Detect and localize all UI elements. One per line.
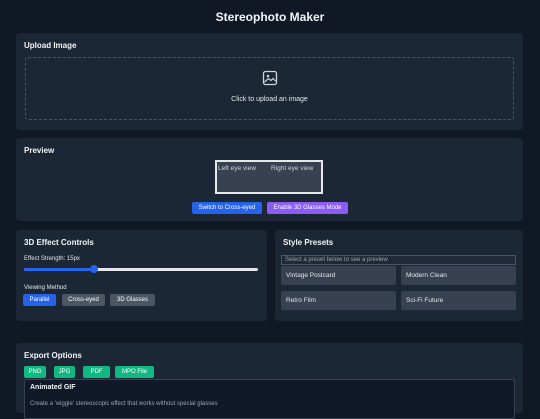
method-3dglasses-button[interactable]: 3D Glasses xyxy=(110,294,155,306)
right-eye-image: Right eye view xyxy=(271,165,314,172)
effect-controls-section: 3D Effect Controls Effect Strength: 15px… xyxy=(16,230,267,321)
gif-title: Animated GIF xyxy=(30,384,76,391)
export-title: Export Options xyxy=(24,351,82,360)
preset-select[interactable]: Select a preset below to see a preview xyxy=(281,255,516,265)
upload-dropzone[interactable]: Click to upload an image xyxy=(25,57,514,120)
export-section: Export Options PNG JPG PDF MPO File Anim… xyxy=(16,343,523,419)
export-png-button[interactable]: PNG xyxy=(24,366,46,378)
export-jpg-button[interactable]: JPG xyxy=(54,366,75,378)
stereo-preview: Left eye view Right eye view xyxy=(215,160,323,194)
upload-prompt: Click to upload an image xyxy=(231,96,308,103)
left-eye-image: Left eye view xyxy=(218,165,256,172)
preset-retro-film[interactable]: Retro Film xyxy=(281,291,396,310)
preset-scifi-future[interactable]: Sci-Fi Future xyxy=(401,291,516,310)
strength-slider-thumb[interactable] xyxy=(90,265,99,273)
method-parallel-button[interactable]: Parallel xyxy=(23,294,56,306)
gif-description: Create a 'wiggle' stereoscopic effect th… xyxy=(30,401,218,407)
preview-section: Preview Left eye view Right eye view Swi… xyxy=(16,138,523,221)
glasses-mode-button[interactable]: Enable 3D Glasses Mode xyxy=(267,202,348,214)
preview-title: Preview xyxy=(24,146,55,155)
style-presets-section: Style Presets Select a preset below to s… xyxy=(275,230,523,321)
preset-modern-clean[interactable]: Modern Clean xyxy=(401,266,516,285)
export-mpo-button[interactable]: MPO File xyxy=(115,366,154,378)
animated-gif-panel: Animated GIF Create a 'wiggle' stereosco… xyxy=(24,379,515,419)
method-label: Viewing Method xyxy=(24,285,67,291)
method-crosseyed-button[interactable]: Cross-eyed xyxy=(62,294,105,306)
upload-section: Upload Image Click to upload an image xyxy=(16,33,523,130)
image-icon xyxy=(262,70,278,86)
controls-title: 3D Effect Controls xyxy=(24,238,94,247)
strength-slider[interactable] xyxy=(24,265,258,273)
strength-label: Effect Strength: 15px xyxy=(24,256,80,262)
switch-crosseyed-button[interactable]: Switch to Cross-eyed xyxy=(192,202,262,214)
app-title: Stereophoto Maker xyxy=(215,10,325,24)
preset-vintage-postcard[interactable]: Vintage Postcard xyxy=(281,266,396,285)
upload-title: Upload Image xyxy=(24,41,77,50)
export-pdf-button[interactable]: PDF xyxy=(83,366,110,378)
strength-slider-fill xyxy=(24,268,95,271)
presets-title: Style Presets xyxy=(283,238,334,247)
